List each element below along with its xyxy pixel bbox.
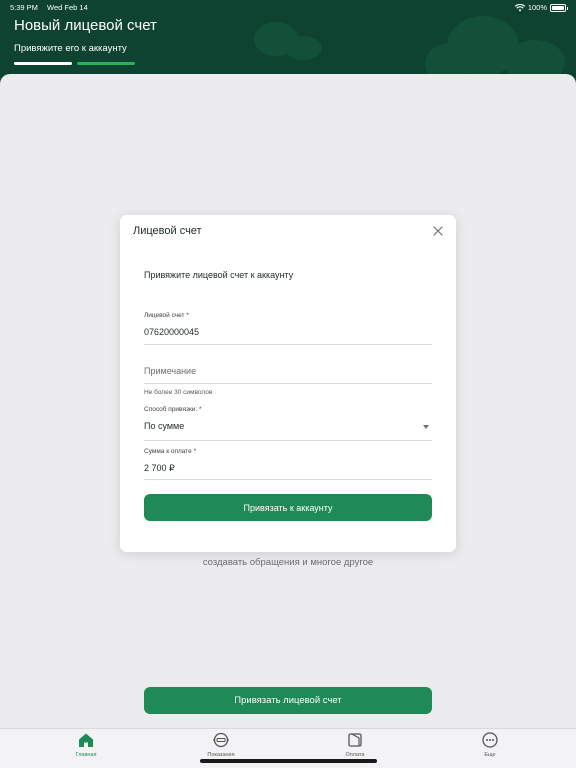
account-modal: Лицевой счет Привяжите лицевой счет к ак… <box>120 215 456 552</box>
home-icon <box>79 733 93 747</box>
account-number-field[interactable]: Лицевой счет * 07620000045 <box>144 312 432 345</box>
status-date: Wed Feb 14 <box>47 3 88 12</box>
account-number-label: Лицевой счет * <box>144 312 189 319</box>
field-underline <box>144 344 432 345</box>
binding-method-label: Способ привязки: * <box>144 406 202 413</box>
field-underline <box>144 383 432 384</box>
status-time: 5:39 PM <box>10 3 38 12</box>
tab-more-label: Еще <box>484 752 496 758</box>
header-cloud-decoration <box>284 36 322 60</box>
binding-method-select[interactable]: Способ привязки: * По сумме <box>144 406 432 441</box>
binding-method-value: По сумме <box>144 421 185 431</box>
submit-link-button[interactable]: Привязать к аккаунту <box>144 494 432 521</box>
battery-percent: 100% <box>527 3 547 12</box>
page-title: Новый лицевой счет <box>14 17 157 34</box>
tab-payment-label: Оплата <box>345 752 365 758</box>
field-underline <box>144 440 432 441</box>
chevron-down-icon <box>423 425 429 429</box>
modal-description: Привяжите лицевой счет к аккаунту <box>144 270 294 280</box>
field-underline <box>144 479 432 480</box>
modal-title: Лицевой счет <box>133 225 202 237</box>
more-icon <box>482 732 498 748</box>
amount-field[interactable]: Сумма к оплате * 2 700 ₽ <box>144 448 432 480</box>
background-description: создавать обращения и многое другое <box>202 557 374 568</box>
tab-home[interactable]: Главная <box>51 731 121 758</box>
note-placeholder: Примечание <box>144 366 197 376</box>
tab-readings-label: Показания <box>207 752 235 758</box>
tab-payment[interactable]: Оплата <box>320 731 390 758</box>
meter-icon <box>213 732 229 748</box>
wifi-icon <box>514 3 525 11</box>
wallet-icon <box>348 733 362 747</box>
status-bar: 5:39 PM Wed Feb 14 100% <box>10 3 568 15</box>
home-indicator[interactable] <box>200 759 377 763</box>
tab-readings[interactable]: Показания <box>186 731 256 758</box>
note-hint: Не более 30 символов <box>144 389 213 396</box>
close-icon[interactable] <box>432 225 444 237</box>
battery-icon <box>550 3 568 12</box>
amount-value: 2 700 ₽ <box>144 463 175 473</box>
note-field[interactable]: Примечание <box>144 366 432 386</box>
progress-step-1 <box>14 62 72 65</box>
page-subtitle: Привяжите его к аккаунту <box>14 43 127 54</box>
tab-home-label: Главная <box>75 752 97 758</box>
link-account-button[interactable]: Привязать лицевой счет <box>144 687 432 714</box>
amount-label: Сумма к оплате * <box>144 448 197 455</box>
tab-more[interactable]: Еще <box>455 731 525 758</box>
progress-step-2 <box>77 62 135 65</box>
account-number-value: 07620000045 <box>144 327 200 337</box>
